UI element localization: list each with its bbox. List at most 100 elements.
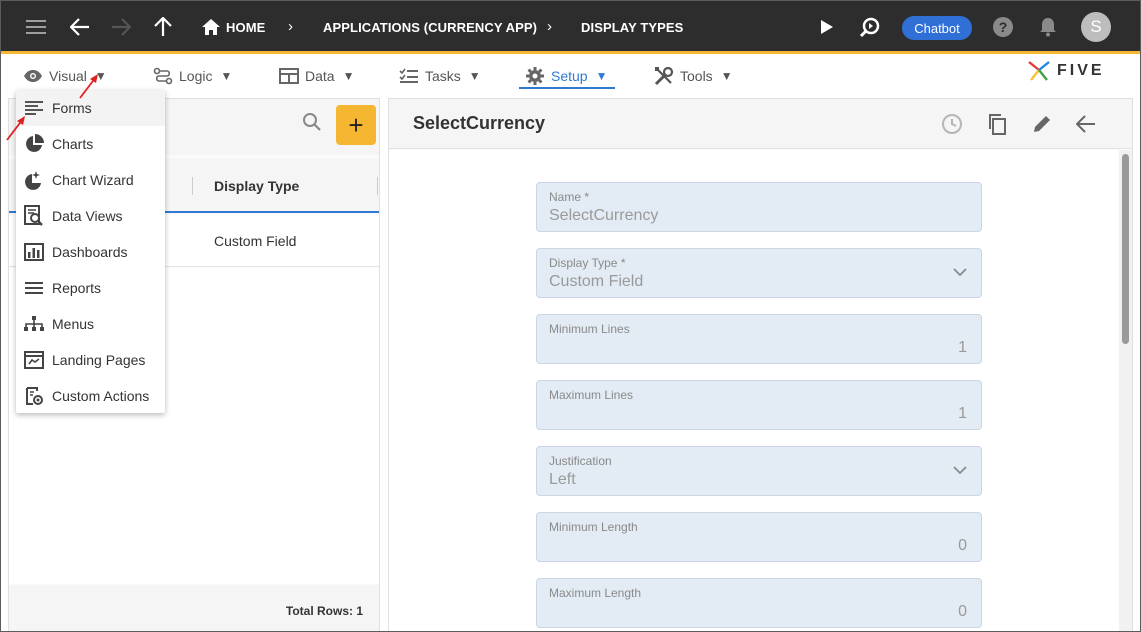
forward-arrow-icon[interactable]	[107, 13, 135, 41]
menu-tasks[interactable]: Tasks ▼	[399, 63, 481, 89]
gear-icon	[526, 67, 544, 85]
breadcrumb-applications[interactable]: APPLICATIONS (CURRENCY APP)	[323, 20, 537, 35]
help-icon[interactable]: ?	[989, 13, 1017, 41]
home-icon[interactable]	[197, 13, 225, 41]
breadcrumb-home[interactable]: HOME	[226, 20, 265, 35]
hamburger-menu-icon[interactable]	[22, 13, 50, 41]
caret-down-icon: ▼	[595, 69, 608, 83]
menu-item-label: Reports	[52, 280, 102, 296]
menu-item-dashboards[interactable]: Dashboards	[16, 234, 165, 270]
breadcrumb-chevron-icon: ›	[547, 18, 552, 35]
menu-item-landing-pages[interactable]: Landing Pages	[16, 342, 165, 378]
form-panel: SelectCurrency Name * SelectCurrency Dis…	[388, 98, 1133, 631]
search-debug-icon[interactable]	[856, 13, 884, 41]
landing-page-icon	[16, 351, 52, 369]
display-type-label: Display Type *	[549, 256, 626, 270]
minimum-lines-value: 1	[958, 339, 967, 356]
chevron-down-icon	[953, 466, 967, 475]
maximum-lines-label: Maximum Lines	[549, 388, 634, 402]
breadcrumb-chevron-icon: ›	[288, 18, 293, 35]
name-field[interactable]: Name * SelectCurrency	[536, 182, 982, 232]
five-logo: FIVE	[1027, 59, 1119, 83]
menu-item-label: Data Views	[52, 208, 123, 224]
app-window: HOME › APPLICATIONS (CURRENCY APP) › DIS…	[0, 0, 1141, 632]
five-logo-text: FIVE	[1057, 62, 1105, 79]
column-divider[interactable]	[192, 177, 193, 195]
back-arrow-icon[interactable]	[66, 13, 94, 41]
custom-actions-icon	[16, 386, 52, 406]
visual-dropdown-menu: Forms Charts Chart Wizard Data Views Das…	[16, 90, 165, 413]
dashboard-icon	[16, 243, 52, 261]
maximum-length-field[interactable]: Maximum Length 0	[536, 578, 982, 628]
up-arrow-icon[interactable]	[149, 13, 177, 41]
justification-value: Left	[549, 471, 576, 488]
chevron-down-icon	[953, 268, 967, 277]
menu-setup-label: Setup	[551, 68, 588, 84]
column-divider[interactable]	[377, 177, 378, 195]
column-header-display-type[interactable]: Display Type	[214, 178, 299, 194]
form-body: Name * SelectCurrency Display Type * Cus…	[389, 150, 1119, 631]
menu-item-data-views[interactable]: Data Views	[16, 198, 165, 234]
reports-lines-icon	[16, 281, 52, 295]
menu-item-label: Forms	[52, 100, 92, 116]
active-menu-indicator	[519, 87, 615, 89]
add-record-button[interactable]: +	[336, 105, 376, 145]
menu-logic-label: Logic	[179, 68, 213, 84]
edit-pencil-icon[interactable]	[1029, 111, 1055, 137]
chart-wizard-icon	[16, 170, 52, 190]
menu-logic[interactable]: Logic ▼	[153, 63, 232, 89]
menu-item-label: Chart Wizard	[52, 172, 134, 188]
menu-tasks-label: Tasks	[425, 68, 461, 84]
maximum-lines-value: 1	[958, 405, 967, 422]
list-footer: Total Rows: 1	[9, 585, 379, 631]
menu-tools[interactable]: Tools ▼	[654, 63, 733, 89]
menu-item-label: Charts	[52, 136, 94, 152]
caret-down-icon: ▼	[220, 69, 233, 83]
minimum-length-value: 0	[958, 537, 967, 554]
menu-item-label: Landing Pages	[52, 352, 146, 368]
minimum-length-label: Minimum Length	[549, 520, 638, 534]
logic-flow-icon	[153, 67, 173, 85]
tools-icon	[654, 66, 674, 86]
justification-select[interactable]: Justification Left	[536, 446, 982, 496]
minimum-lines-label: Minimum Lines	[549, 322, 630, 336]
scrollbar-thumb[interactable]	[1122, 154, 1129, 344]
form-scrollbar[interactable]	[1119, 150, 1132, 631]
menu-item-menus[interactable]: Menus	[16, 306, 165, 342]
minimum-length-field[interactable]: Minimum Length 0	[536, 512, 982, 562]
svg-text:?: ?	[999, 19, 1008, 35]
caret-down-icon: ▼	[720, 69, 733, 83]
history-clock-icon[interactable]	[939, 111, 965, 137]
checklist-icon	[399, 68, 418, 83]
menu-item-chart-wizard[interactable]: Chart Wizard	[16, 162, 165, 198]
eye-icon	[24, 70, 42, 82]
minimum-lines-field[interactable]: Minimum Lines 1	[536, 314, 982, 364]
sitemap-icon	[16, 316, 52, 332]
chatbot-button[interactable]: Chatbot	[902, 16, 972, 40]
menu-item-label: Custom Actions	[52, 388, 150, 404]
five-logo-icon	[1028, 61, 1050, 81]
play-icon[interactable]	[813, 13, 841, 41]
breadcrumb-display-types[interactable]: DISPLAY TYPES	[581, 20, 683, 35]
display-type-select[interactable]: Display Type * Custom Field	[536, 248, 982, 298]
menu-setup[interactable]: Setup ▼	[525, 63, 607, 89]
row-display-type: Custom Field	[214, 233, 297, 249]
user-avatar[interactable]: S	[1081, 12, 1111, 42]
display-type-value: Custom Field	[549, 273, 644, 290]
menu-data-label: Data	[305, 68, 335, 84]
table-grid-icon	[279, 68, 299, 84]
menu-item-custom-actions[interactable]: Custom Actions	[16, 378, 165, 414]
search-icon[interactable]	[301, 111, 323, 138]
maximum-lines-field[interactable]: Maximum Lines 1	[536, 380, 982, 430]
copy-icon[interactable]	[984, 111, 1010, 137]
justification-label: Justification	[549, 454, 612, 468]
menu-item-charts[interactable]: Charts	[16, 126, 165, 162]
close-back-arrow-icon[interactable]	[1073, 111, 1099, 137]
annotation-arrow-icon	[79, 74, 98, 99]
menu-item-reports[interactable]: Reports	[16, 270, 165, 306]
top-bar: HOME › APPLICATIONS (CURRENCY APP) › DIS…	[1, 1, 1140, 54]
notifications-bell-icon[interactable]	[1034, 13, 1062, 41]
menu-data[interactable]: Data ▼	[279, 63, 354, 89]
form-title: SelectCurrency	[413, 113, 546, 133]
menu-item-label: Menus	[52, 316, 95, 332]
